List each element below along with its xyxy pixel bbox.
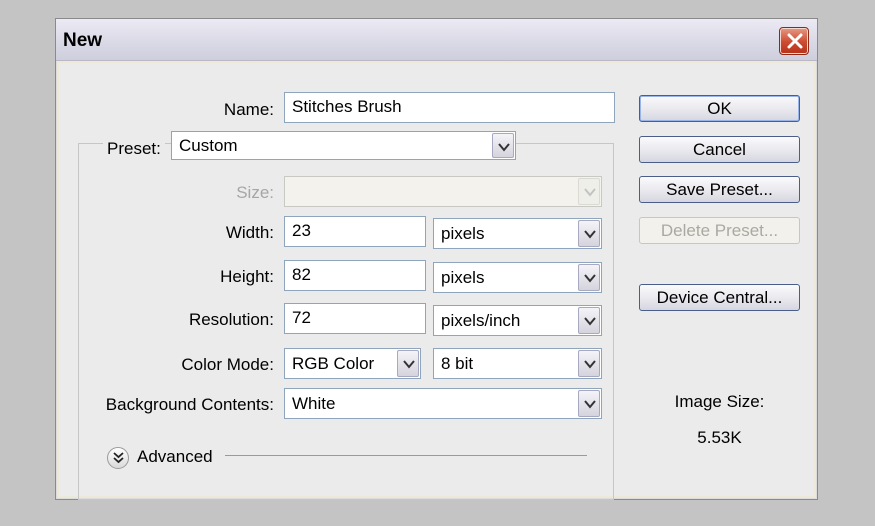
resolution-label: Resolution: [188,310,274,329]
resolution-unit-select[interactable]: pixels/inch [433,305,602,336]
chevron-down-icon [584,188,596,197]
height-unit-dropdown-button[interactable] [578,264,600,291]
dialog-body: Name: Stitches Brush Preset: Custom Size… [59,63,814,500]
resolution-unit-value: pixels/inch [441,311,521,330]
ok-button[interactable]: OK [639,95,800,122]
preset-value: Custom [179,136,238,155]
image-size-value: 5.53K [697,428,742,447]
chevron-down-icon [403,360,415,369]
close-button[interactable] [779,27,809,55]
cancel-button[interactable]: Cancel [639,136,800,163]
color-mode-select[interactable]: RGB Color [284,348,421,379]
height-input[interactable]: 82 [284,260,426,291]
close-icon [787,33,803,49]
chevron-down-icon [584,400,596,409]
name-input[interactable]: Stitches Brush [284,92,615,123]
color-mode-value: RGB Color [292,354,375,373]
dialog-title: New [63,30,103,51]
height-unit-value: pixels [441,268,485,287]
background-contents-dropdown-button[interactable] [578,390,600,417]
title-bar[interactable]: New [56,19,817,61]
chevron-down-icon [584,360,596,369]
new-document-dialog: New Name: Stitches Brush Preset: Custom … [55,18,818,500]
width-input[interactable]: 23 [284,216,426,247]
size-dropdown-button [578,178,600,205]
background-contents-label: Background Contents: [105,395,274,414]
chevron-down-icon [584,317,596,326]
bit-depth-value: 8 bit [441,354,474,373]
width-unit-value: pixels [441,224,485,243]
color-mode-label: Color Mode: [181,355,274,374]
preset-label: Preset: [103,139,165,159]
height-label: Height: [220,267,274,286]
chevron-down-icon [584,274,596,283]
background-contents-select[interactable]: White [284,388,602,419]
name-label: Name: [223,100,274,119]
image-size-label: Image Size: [674,392,765,411]
device-central-button[interactable]: Device Central... [639,284,800,311]
height-unit-select[interactable]: pixels [433,262,602,293]
size-label: Size: [236,183,274,202]
double-chevron-down-icon [113,452,124,464]
resolution-input[interactable]: 72 [284,303,426,334]
width-unit-dropdown-button[interactable] [578,220,600,247]
delete-preset-button: Delete Preset... [639,217,800,244]
bit-depth-dropdown-button[interactable] [578,350,600,377]
width-unit-select[interactable]: pixels [433,218,602,249]
preset-dropdown-button[interactable] [492,133,514,158]
advanced-divider [225,455,587,456]
bit-depth-select[interactable]: 8 bit [433,348,602,379]
color-mode-dropdown-button[interactable] [397,350,419,377]
chevron-down-icon [584,230,596,239]
width-label: Width: [225,223,274,242]
save-preset-button[interactable]: Save Preset... [639,176,800,203]
preset-select[interactable]: Custom [171,131,516,160]
background-contents-value: White [292,394,336,413]
chevron-down-icon [498,143,510,152]
advanced-label[interactable]: Advanced [137,447,213,467]
advanced-toggle-button[interactable] [107,447,129,469]
size-select [284,176,602,207]
resolution-unit-dropdown-button[interactable] [578,307,600,334]
